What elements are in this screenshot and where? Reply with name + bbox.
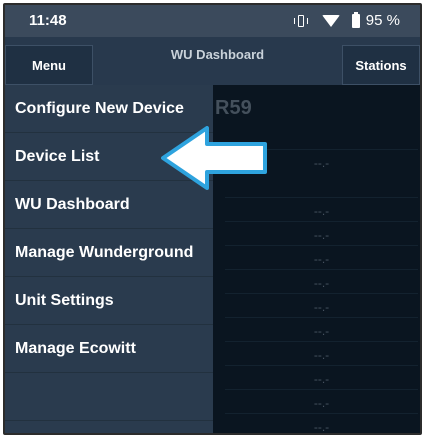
- drawer-empty-row: [5, 373, 213, 421]
- drawer-item-manage-wunderground[interactable]: Manage Wunderground: [5, 229, 213, 277]
- drawer-item-manage-ecowitt[interactable]: Manage Ecowitt: [5, 325, 213, 373]
- app-bar: Menu WU Dashboard Stations: [5, 37, 420, 86]
- value-cell: --.-: [225, 341, 418, 368]
- phone-screen: 11:48 95 % Menu WU Dashboard Stations R5…: [3, 3, 422, 435]
- value-cell: --.-: [225, 221, 418, 248]
- status-icons: 95 %: [293, 11, 400, 29]
- status-bar: 11:48 95 %: [5, 5, 420, 37]
- wifi-icon: [321, 14, 340, 27]
- value-cell: --.-: [225, 389, 418, 416]
- value-cell: --.-: [225, 197, 418, 224]
- value-cell: --.-: [225, 413, 418, 433]
- value-cell: --.-: [225, 293, 418, 320]
- station-title: R59: [215, 97, 252, 119]
- drawer-item-unit-settings[interactable]: Unit Settings: [5, 277, 213, 325]
- value-cell: --.-: [225, 317, 418, 344]
- status-time: 11:48: [29, 12, 67, 29]
- battery-percent: 95 %: [365, 12, 400, 29]
- value-cell: --.-: [225, 269, 418, 296]
- value-cell: --.-: [225, 245, 418, 272]
- vibrate-icon: [293, 14, 308, 28]
- page-title: WU Dashboard: [170, 47, 265, 62]
- value-cell: --.-: [225, 365, 418, 392]
- pointer-arrow-icon: [161, 126, 267, 190]
- menu-button[interactable]: Menu: [5, 45, 93, 85]
- battery-icon: [351, 11, 360, 28]
- stations-button[interactable]: Stations: [342, 45, 420, 85]
